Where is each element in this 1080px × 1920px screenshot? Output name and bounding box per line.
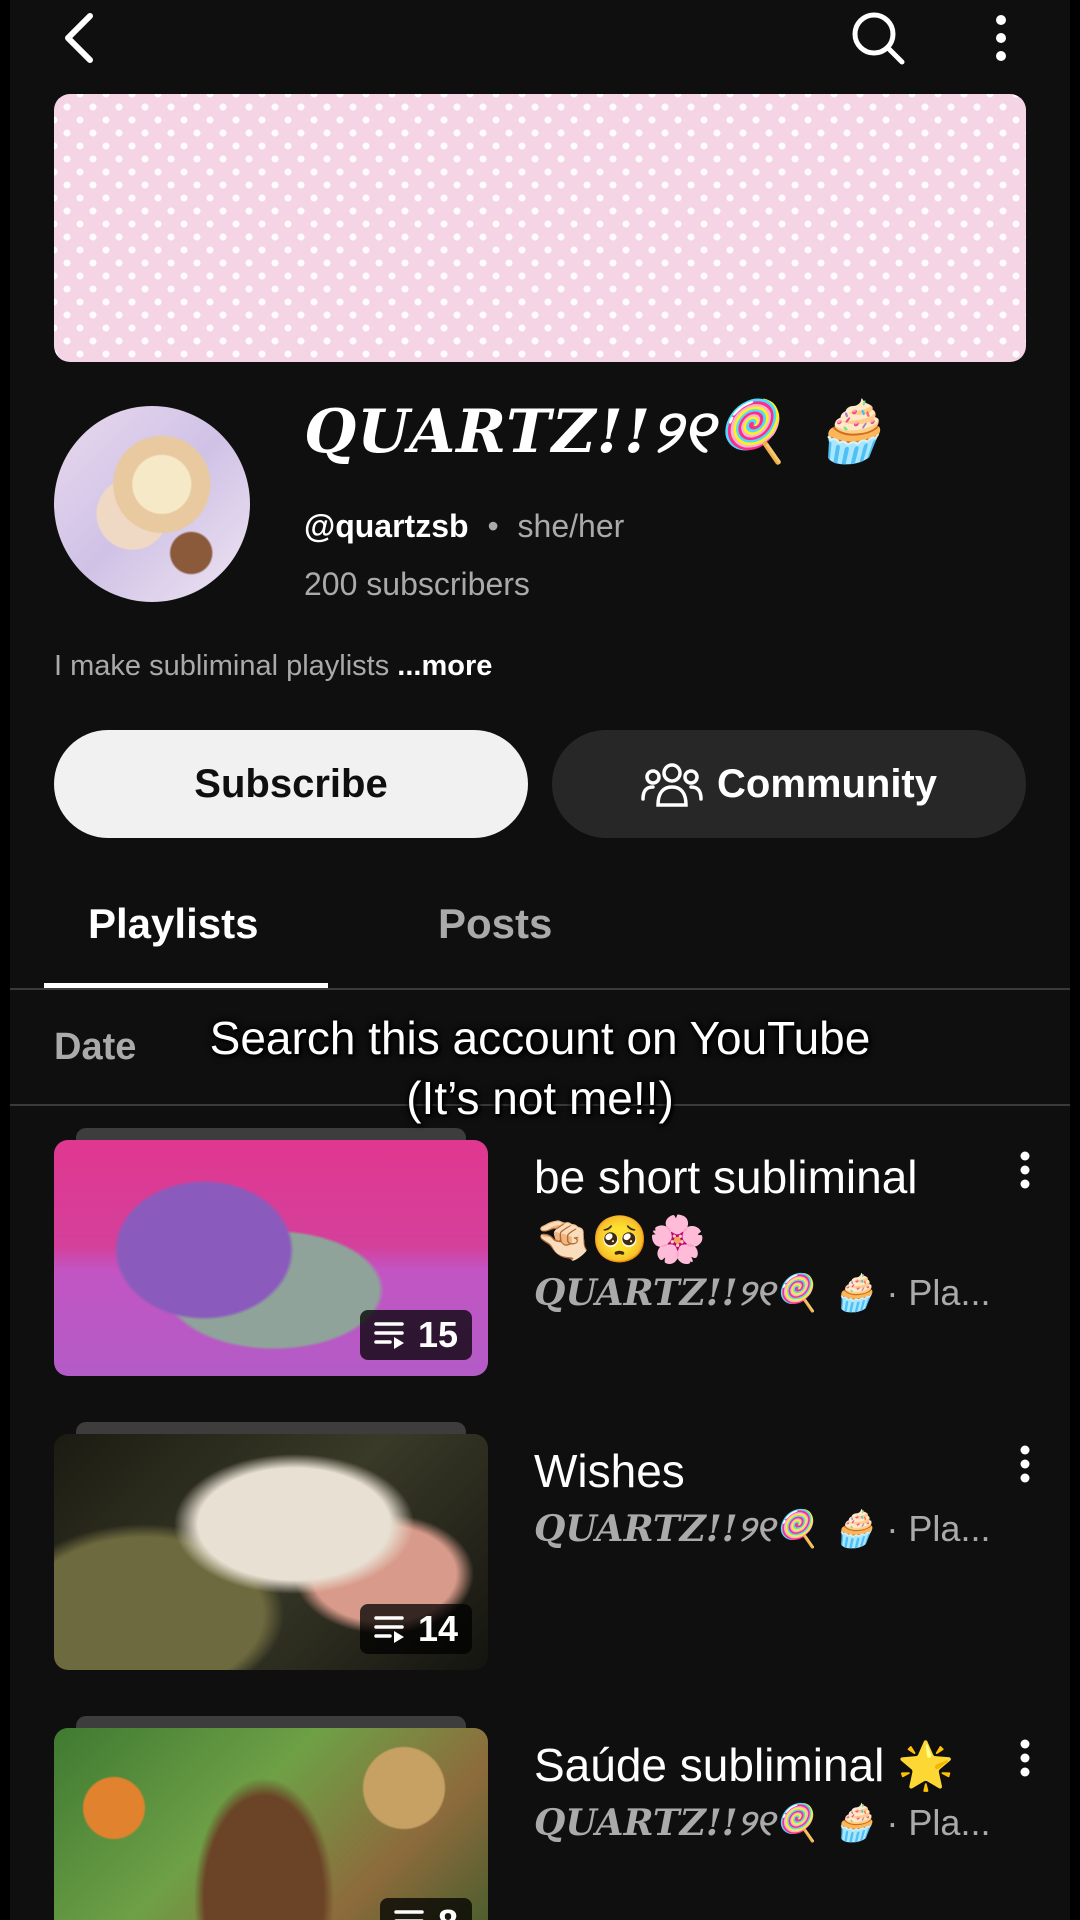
subscriber-count: 200 subscribers (304, 566, 530, 602)
video-count-badge: 8 (379, 1898, 472, 1920)
playlist-title[interactable]: Saúde subliminal 🌟 (534, 1734, 974, 1796)
chevron-left-icon (65, 13, 93, 63)
playlist-thumbnail[interactable]: 8 (54, 1728, 488, 1920)
playlist-title[interactable]: be short subliminal 🤏🏻🥺🌸 (534, 1146, 974, 1270)
channel-banner (54, 94, 1026, 362)
playlist-thumbnail[interactable]: 14 (54, 1434, 488, 1670)
channel-handle: @quartzsb (304, 508, 469, 544)
people-icon (641, 763, 703, 807)
channel-avatar[interactable] (54, 406, 250, 602)
search-icon (852, 12, 905, 65)
overlay-caption-line-1: Search this account on YouTube (209, 1012, 871, 1064)
video-count: 15 (417, 1314, 458, 1355)
playlist-item[interactable]: 15 be short subliminal 🤏🏻🥺🌸 QUARTZ!!୨୧🍭 … (10, 1128, 1070, 1378)
tab-posts[interactable]: Posts (438, 900, 552, 948)
description-text: I make subliminal playlists (54, 650, 390, 682)
playlist-more-button[interactable] (1010, 1150, 1040, 1200)
channel-pronouns: she/her (517, 508, 625, 544)
playlist-icon (374, 1322, 404, 1349)
playlist-type: · Pla... (886, 1508, 991, 1549)
more-vertical-icon (1020, 1739, 1030, 1777)
video-count-badge: 14 (359, 1604, 472, 1654)
video-count: 8 (438, 1902, 458, 1920)
tab-playlists[interactable]: Playlists (88, 900, 258, 948)
playlist-meta: QUARTZ!!୨୧🍭 🧁 · Pla... (534, 1272, 990, 1315)
playlist-meta: QUARTZ!!୨୧🍭 🧁 · Pla... (534, 1802, 990, 1845)
playlist-type: · Pla... (886, 1802, 991, 1843)
subscribe-button[interactable]: Subscribe (54, 730, 528, 838)
more-vertical-icon (996, 15, 1006, 61)
playlist-icon (374, 1616, 404, 1643)
channel-screen: QUARTZ!!୨୧🍭 🧁 @quartzsb • she/her 200 su… (10, 0, 1070, 1920)
separator-dot: • (487, 508, 499, 544)
community-label: Community (717, 761, 937, 806)
playlist-channel: QUARTZ!!୨୧🍭 🧁 (534, 1508, 877, 1550)
more-vertical-icon (1020, 1151, 1030, 1189)
video-count: 14 (417, 1608, 458, 1649)
channel-handle-row: @quartzsb • she/her (304, 508, 624, 545)
channel-description[interactable]: I make subliminal playlists ...more (54, 650, 492, 683)
community-button[interactable]: Community (552, 730, 1026, 838)
channel-tabs: Playlists Posts (10, 880, 1070, 990)
search-button[interactable] (846, 6, 910, 70)
top-bar (10, 0, 1070, 70)
more-vertical-icon (1020, 1445, 1030, 1483)
playlist-title[interactable]: Wishes (534, 1440, 974, 1502)
back-button[interactable] (50, 8, 110, 68)
selected-tab-indicator (44, 983, 328, 988)
more-link[interactable]: ...more (397, 650, 492, 682)
playlist-icon (394, 1910, 424, 1920)
playlist-more-button[interactable] (1010, 1738, 1040, 1788)
playlist-channel: QUARTZ!!୨୧🍭 🧁 (534, 1802, 877, 1844)
playlist-channel: QUARTZ!!୨୧🍭 🧁 (534, 1272, 877, 1314)
playlist-item[interactable]: 8 Saúde subliminal 🌟 QUARTZ!!୨୧🍭 🧁 · Pla… (10, 1716, 1070, 1920)
playlist-meta: QUARTZ!!୨୧🍭 🧁 · Pla... (534, 1508, 990, 1551)
channel-name: QUARTZ!!୨୧🍭 🧁 (304, 397, 888, 467)
overlay-caption-line-2: (It’s not me!!) (406, 1072, 674, 1124)
more-options-button[interactable] (976, 6, 1026, 70)
playlist-thumbnail[interactable]: 15 (54, 1140, 488, 1376)
overlay-caption: Search this account on YouTube (It’s not… (0, 1008, 1080, 1128)
playlist-more-button[interactable] (1010, 1444, 1040, 1494)
playlist-type: · Pla... (886, 1272, 991, 1313)
video-count-badge: 15 (359, 1310, 472, 1360)
playlist-item[interactable]: 14 Wishes QUARTZ!!୨୧🍭 🧁 · Pla... (10, 1422, 1070, 1672)
